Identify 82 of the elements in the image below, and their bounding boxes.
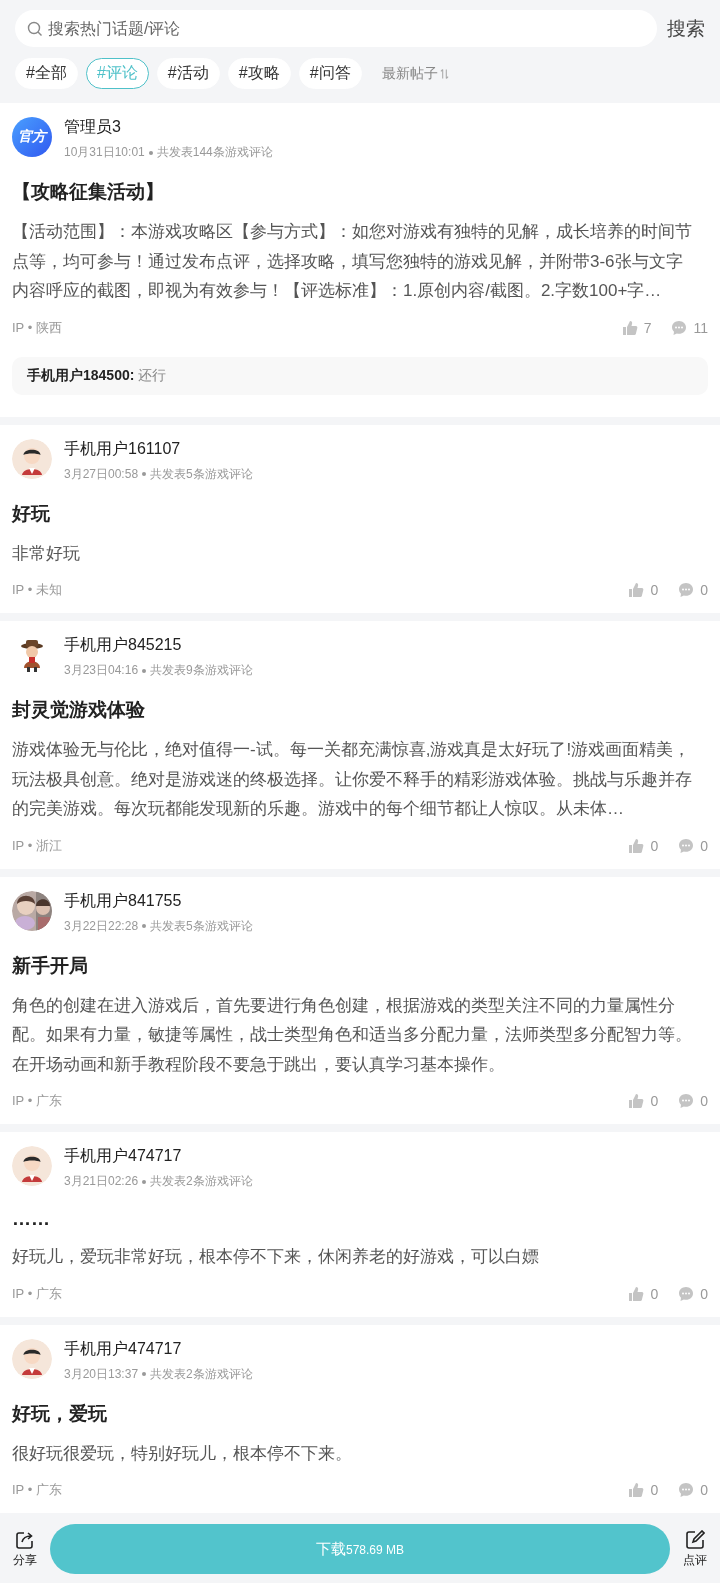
post-time: 3月27日00:58: [64, 465, 139, 483]
like-count: 7: [643, 319, 652, 336]
post-title[interactable]: 好玩: [12, 500, 708, 527]
post-title[interactable]: 封灵觉游戏体验: [12, 697, 708, 723]
post-time: 3月20日13:37: [64, 1365, 139, 1383]
comment-icon[interactable]: [678, 1482, 695, 1498]
sort-icon[interactable]: [439, 67, 449, 80]
ip-location: IP • 广东: [12, 1092, 62, 1110]
reply-preview[interactable]: 手机用户184500: 还行: [12, 356, 708, 395]
filter-tab[interactable]: #全部: [15, 58, 78, 89]
post-count: 共发表9条游戏评论: [150, 662, 253, 679]
author-name[interactable]: 手机用户845215: [64, 635, 253, 655]
search-field[interactable]: 搜索热门话题/评论: [15, 10, 657, 47]
separator-dot: [142, 924, 147, 928]
author-name[interactable]: 管理员3: [64, 117, 273, 137]
like-icon[interactable]: [628, 837, 645, 854]
post-body[interactable]: 很好玩很爱玩，特别好玩儿，根本停不下来。: [12, 1438, 708, 1468]
post-title[interactable]: ……: [12, 1208, 708, 1230]
share-icon[interactable]: [15, 1529, 35, 1550]
post-time: 3月23日04:16: [64, 662, 139, 679]
share-label[interactable]: 分享: [13, 1551, 37, 1569]
comment-icon[interactable]: [678, 582, 695, 598]
author-name[interactable]: 手机用户474717: [64, 1146, 253, 1166]
like-count: 0: [650, 1482, 659, 1498]
like-count: 0: [650, 1285, 659, 1302]
post-time: 3月22日22:28: [64, 917, 139, 935]
review-label[interactable]: 点评: [683, 1551, 707, 1569]
like-icon[interactable]: [628, 1093, 645, 1109]
comment-icon[interactable]: [671, 319, 688, 336]
filter-tab[interactable]: #攻略: [227, 58, 291, 89]
like-count: 0: [650, 837, 659, 854]
comment-icon[interactable]: [678, 1285, 695, 1302]
ip-location: IP • 广东: [12, 1284, 62, 1303]
author-name[interactable]: 手机用户161107: [64, 438, 253, 459]
comment-count: 0: [700, 837, 708, 854]
search-button[interactable]: 搜索: [667, 15, 705, 42]
ip-location: IP • 浙江: [12, 836, 62, 855]
post-count: 共发表2条游戏评论: [150, 1365, 253, 1383]
separator-dot: [142, 1179, 147, 1184]
post-title[interactable]: 新手开局: [12, 952, 708, 979]
post-title[interactable]: 好玩，爱玩: [12, 1400, 708, 1427]
comment-count: 0: [700, 1482, 708, 1498]
post-body[interactable]: 角色的创建在进入游戏后，首先要进行角色创建，根据游戏的类型关注不同的力量属性分配。如果有力量，敏捷等属性，战士类型角色和适当多分配力量，法师类型多分配智力等。在开场动画和新手教程阶段不要急于跳出，要认真学习基本操作。: [12, 990, 708, 1079]
filter-tab[interactable]: #问答: [298, 58, 362, 89]
ip-location: IP • 陕西: [12, 318, 62, 337]
post-count: 共发表5条游戏评论: [150, 917, 253, 935]
like-icon[interactable]: [628, 1482, 645, 1498]
official-avatar: 官方: [12, 117, 52, 157]
comment-count: 0: [700, 1093, 708, 1109]
separator-dot: [142, 1372, 147, 1376]
separator-dot: [148, 150, 153, 155]
comment-count: 0: [700, 582, 708, 598]
like-icon[interactable]: [628, 1285, 645, 1302]
like-count: 0: [650, 1093, 659, 1109]
avatar: [12, 1338, 52, 1379]
post-body[interactable]: 【活动范围】：本游戏攻略区【参与方式】：如您对游戏有独特的见解，成长培养的时间节点等，均可参与！通过发布点评，选择攻略，填写您独特的游戏见解，并附带3-6张与文字内容呼应的截图，即视为有效参与！【评选标准】：1.原创内容/截图。2.字数100+字…: [12, 217, 708, 306]
ip-location: IP • 广东: [12, 1481, 62, 1499]
like-icon[interactable]: [621, 319, 638, 336]
like-icon[interactable]: [628, 582, 645, 598]
separator-dot: [142, 668, 147, 673]
edit-icon[interactable]: [685, 1529, 705, 1550]
filter-tab[interactable]: #活动: [156, 58, 220, 89]
post-time: 3月21日02:26: [64, 1173, 139, 1190]
post-count: 共发表144条游戏评论: [156, 144, 273, 161]
author-name[interactable]: 手机用户841755: [64, 890, 253, 911]
ip-location: IP • 未知: [12, 581, 62, 599]
post-count: 共发表5条游戏评论: [150, 465, 253, 483]
author-name[interactable]: 手机用户474717: [64, 1338, 253, 1359]
post-time: 10月31日10:01: [64, 144, 145, 161]
comment-count: 0: [700, 1285, 708, 1302]
comment-count: 11: [693, 319, 708, 336]
comment-icon[interactable]: [678, 1093, 695, 1109]
like-count: 0: [650, 582, 659, 598]
avatar: [12, 1146, 52, 1186]
post-title[interactable]: 【攻略征集活动】: [12, 179, 708, 205]
post-body[interactable]: 游戏体验无与伦比，绝对值得一-试。每一关都充满惊喜,游戏真是太好玩了!游戏画面精美，玩法极具创意。绝对是游戏迷的终极选择。让你爱不释手的精彩游戏体验。挑战与乐趣并存的完美游戏。每次玩都能发现新的乐趣。游戏中的每个细节都让人惊叹。从未体…: [12, 735, 708, 824]
post-body[interactable]: 好玩儿，爱玩非常好玩，根本停不下来，休闲养老的好游戏，可以白嫖: [12, 1242, 708, 1272]
comment-icon[interactable]: [678, 837, 695, 854]
post-count: 共发表2条游戏评论: [150, 1173, 253, 1190]
post-body[interactable]: 非常好玩: [12, 538, 708, 568]
separator-dot: [142, 472, 147, 476]
avatar: [12, 438, 52, 479]
